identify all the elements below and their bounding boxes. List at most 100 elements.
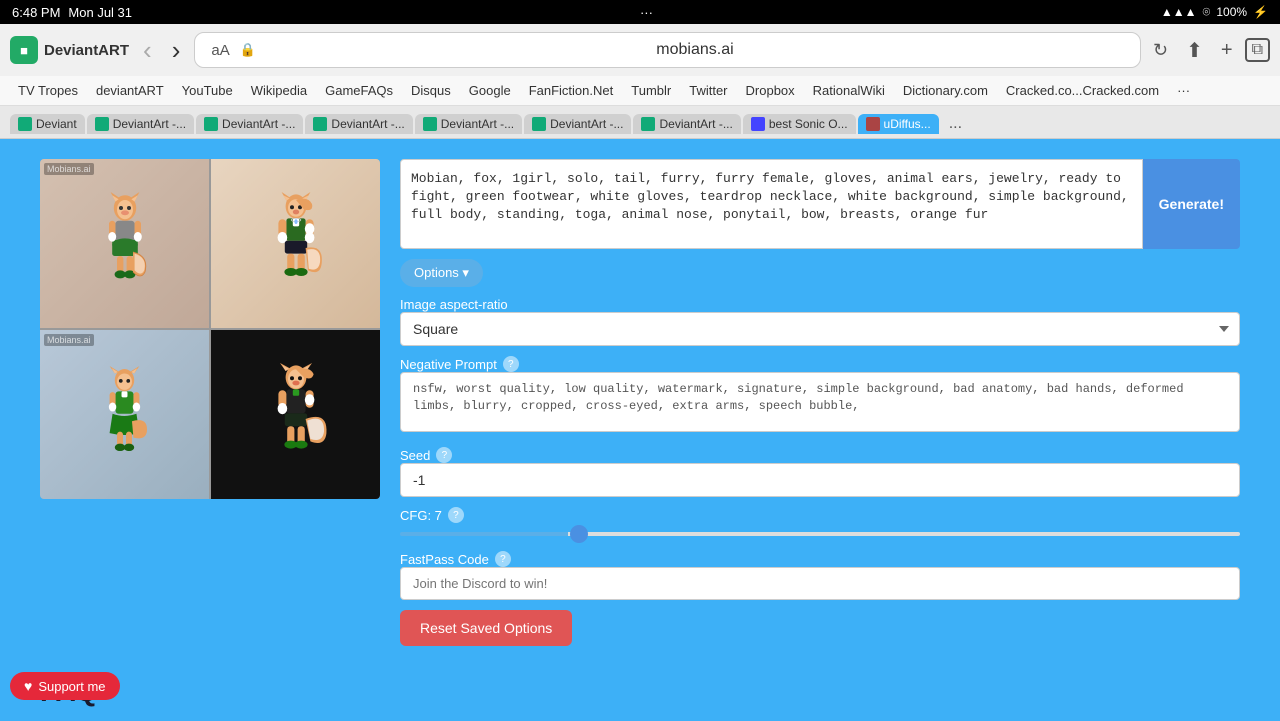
url-display[interactable]: mobians.ai [262, 41, 1128, 59]
faq-title: FAQ [40, 676, 1240, 708]
tab-deviant-2[interactable]: DeviantArt -... [87, 114, 194, 134]
negative-prompt-section: Negative Prompt ? [400, 356, 1240, 437]
status-center: ··· [640, 5, 653, 20]
tab-favicon-sonic [751, 117, 765, 131]
bookmark-disqus[interactable]: Disqus [403, 81, 459, 100]
bookmark-gamefaqs[interactable]: GameFAQs [317, 81, 401, 100]
bookmark-tvtropes[interactable]: TV Tropes [10, 81, 86, 100]
new-tab-button[interactable]: + [1215, 35, 1239, 66]
generated-image-3[interactable]: Mobians.ai [40, 330, 209, 499]
cfg-help-icon[interactable]: ? [448, 507, 464, 523]
status-time: 6:48 PM Mon Jul 31 [12, 5, 132, 20]
seed-help-icon[interactable]: ? [436, 447, 452, 463]
tab-favicon-4 [313, 117, 327, 131]
tab-favicon-5 [423, 117, 437, 131]
charging-icon: ⚡ [1253, 5, 1268, 19]
bookmark-wikipedia[interactable]: Wikipedia [243, 81, 315, 100]
bookmark-dictionary[interactable]: Dictionary.com [895, 81, 996, 100]
fox-character-1 [85, 192, 165, 296]
seed-label-row: Seed ? [400, 447, 1240, 463]
bookmark-tumblr[interactable]: Tumblr [623, 81, 679, 100]
tab-sonic[interactable]: best Sonic O... [743, 114, 856, 134]
browser-chrome: ■ DeviantART ‹ › aA 🔒 mobians.ai ↻ ⬆ + ⧉… [0, 24, 1280, 139]
back-button[interactable]: ‹ [137, 33, 158, 68]
fastpass-label-row: FastPass Code ? [400, 551, 1240, 567]
tab-favicon-1 [18, 117, 32, 131]
aspect-ratio-label: Image aspect-ratio [400, 297, 508, 312]
page-content: Mobians.ai [0, 139, 1280, 721]
aa-text[interactable]: aA [207, 42, 233, 59]
tab-deviant-4[interactable]: DeviantArt -... [305, 114, 412, 134]
bookmark-twitter[interactable]: Twitter [681, 81, 735, 100]
tab-deviant-7[interactable]: DeviantArt -... [633, 114, 740, 134]
bookmark-more[interactable]: ··· [1169, 81, 1198, 100]
options-button[interactable]: Options ▾ [400, 259, 483, 287]
tab-deviant-3[interactable]: DeviantArt -... [196, 114, 303, 134]
prompt-section: Generate! [400, 159, 1240, 249]
seed-label: Seed [400, 448, 430, 463]
share-button[interactable]: ⬆ [1180, 34, 1209, 67]
bookmarks-bar: TV Tropes deviantART YouTube Wikipedia G… [0, 76, 1280, 106]
reload-button[interactable]: ↻ [1149, 36, 1172, 65]
tab-overflow-more[interactable]: ... [941, 112, 970, 136]
bookmark-fanfiction[interactable]: FanFiction.Net [521, 81, 622, 100]
image-grid: Mobians.ai [40, 159, 380, 499]
battery-display: 100% [1216, 5, 1247, 19]
tab-favicon-6 [532, 117, 546, 131]
tab-deviant-6[interactable]: DeviantArt -... [524, 114, 631, 134]
bookmark-dropbox[interactable]: Dropbox [738, 81, 803, 100]
cfg-slider-container [400, 523, 1240, 541]
browser-toolbar: ■ DeviantART ‹ › aA 🔒 mobians.ai ↻ ⬆ + ⧉ [0, 24, 1280, 76]
tab-label-7: DeviantArt -... [659, 117, 732, 131]
bookmark-cracked[interactable]: Cracked.co...Cracked.com [998, 81, 1167, 100]
seed-input[interactable] [400, 463, 1240, 497]
negative-prompt-input[interactable] [400, 372, 1240, 432]
reset-button[interactable]: Reset Saved Options [400, 610, 572, 646]
tab-label-3: DeviantArt -... [222, 117, 295, 131]
bookmark-rationalwiki[interactable]: RationalWiki [805, 81, 893, 100]
tab-label-diff: uDiffus... [884, 117, 931, 131]
generated-image-2[interactable] [211, 159, 380, 328]
signal-dots: ··· [640, 5, 653, 20]
status-icons: ▲▲▲ ⌾ 100% ⚡ [1161, 4, 1268, 20]
tab-switcher-button[interactable]: ⧉ [1245, 38, 1270, 62]
bookmark-google[interactable]: Google [461, 81, 519, 100]
watermark-1: Mobians.ai [44, 163, 94, 175]
generate-button[interactable]: Generate! [1143, 159, 1240, 249]
tab-favicon-diff [866, 117, 880, 131]
tab-label-6: DeviantArt -... [550, 117, 623, 131]
generated-image-4[interactable] [211, 330, 380, 499]
tab-udiffus[interactable]: uDiffus... [858, 114, 939, 134]
signal-icon: ▲▲▲ [1161, 5, 1197, 19]
cfg-section: CFG: 7 ? [400, 507, 1240, 541]
cfg-slider[interactable] [400, 532, 1240, 536]
site-title: DeviantART [44, 42, 129, 59]
aspect-ratio-section: Image aspect-ratio Square Portrait Lands… [400, 297, 1240, 346]
fastpass-input[interactable] [400, 567, 1240, 600]
tab-label-5: DeviantArt -... [441, 117, 514, 131]
support-widget[interactable]: ♥ Support me [10, 672, 120, 700]
main-section: Mobians.ai [40, 159, 1240, 646]
fox-character-4 [256, 363, 336, 467]
fastpass-help-icon[interactable]: ? [495, 551, 511, 567]
aspect-ratio-select[interactable]: Square Portrait Landscape [400, 312, 1240, 346]
watermark-2: Mobians.ai [44, 334, 94, 346]
negative-prompt-help-icon[interactable]: ? [503, 356, 519, 372]
tab-label-1: Deviant [36, 117, 77, 131]
negative-prompt-label-row: Negative Prompt ? [400, 356, 1240, 372]
forward-button[interactable]: › [166, 33, 187, 68]
negative-prompt-label: Negative Prompt [400, 357, 497, 372]
address-bar[interactable]: aA 🔒 mobians.ai [194, 32, 1141, 68]
tab-deviant-5[interactable]: DeviantArt -... [415, 114, 522, 134]
generated-image-1[interactable]: Mobians.ai [40, 159, 209, 328]
faq-section: FAQ What are some tips for good images? … [40, 676, 1240, 721]
fastpass-label: FastPass Code [400, 552, 489, 567]
prompt-input[interactable] [400, 159, 1143, 249]
tab-deviant-1[interactable]: Deviant [10, 114, 85, 134]
bookmark-deviantart[interactable]: deviantART [88, 81, 172, 100]
site-favicon: ■ [10, 36, 38, 64]
cfg-label-row: CFG: 7 ? [400, 507, 1240, 523]
lock-icon: 🔒 [240, 42, 256, 58]
cfg-label: CFG: 7 [400, 508, 442, 523]
bookmark-youtube[interactable]: YouTube [174, 81, 241, 100]
